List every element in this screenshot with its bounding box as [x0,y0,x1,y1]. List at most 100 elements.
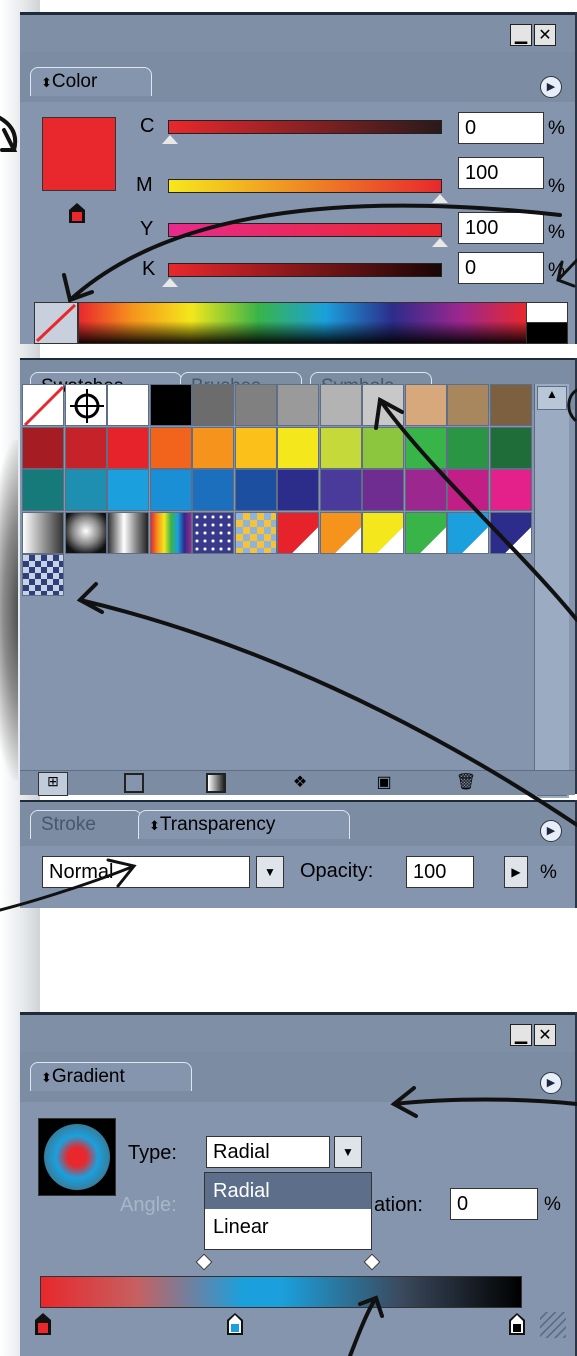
resize-grip-icon[interactable] [540,1312,566,1338]
close-button[interactable]: ✕ [534,24,556,46]
type-dropdown-icon[interactable]: ▼ [334,1136,362,1168]
swatch[interactable] [489,426,532,469]
swatch[interactable] [277,426,319,469]
swatch-pattern-tiles[interactable] [234,511,277,554]
swatch[interactable] [362,426,404,469]
swatch[interactable] [447,426,489,469]
swatch-registration[interactable] [64,384,107,426]
panel-menu-icon[interactable]: ▶ [540,1072,562,1094]
swatch-grad-gray[interactable] [22,511,64,554]
swatch[interactable] [64,426,107,469]
swatch[interactable] [64,469,107,511]
swatch[interactable] [489,384,532,426]
minimize-button[interactable]: ▁ [510,1024,532,1046]
gradient-swatch-icon[interactable] [202,772,230,794]
swatch[interactable] [319,469,362,511]
minimize-button[interactable]: ▁ [510,24,532,46]
close-button[interactable]: ✕ [534,1024,556,1046]
swatch[interactable] [149,384,192,426]
swatch-grad-rainbow[interactable] [149,511,192,554]
option-radial[interactable]: Radial [205,1173,371,1209]
swatch-pattern-stars[interactable] [192,511,234,554]
swatch[interactable] [404,511,447,554]
swatch[interactable] [234,384,277,426]
tab-gradient[interactable]: ⬍Gradient [30,1062,192,1091]
swatch[interactable] [319,426,362,469]
midpoint-diamond[interactable] [363,1253,381,1271]
swatch[interactable] [489,511,532,554]
swatch[interactable] [234,426,277,469]
blend-mode-dropdown-icon[interactable]: ▼ [256,856,284,888]
cyan-slider-thumb[interactable] [162,135,178,144]
swatch[interactable] [447,384,489,426]
show-kind-icon[interactable]: ⊞ [38,772,68,796]
swatch-grad-sphere[interactable] [64,511,107,554]
swatch[interactable] [149,426,192,469]
swatch[interactable] [404,469,447,511]
opacity-slider-toggle[interactable]: ▶ [504,856,528,888]
swatch[interactable] [362,384,404,426]
swatch[interactable] [192,469,234,511]
none-color-box[interactable] [34,302,78,344]
yellow-slider[interactable] [168,223,442,237]
swatch[interactable] [149,469,192,511]
swatch[interactable] [319,384,362,426]
cyan-field[interactable]: 0 [458,112,544,144]
swatch[interactable] [277,384,319,426]
cyan-slider[interactable] [168,120,442,134]
black-slider[interactable] [168,263,442,277]
gradient-slider-bar[interactable] [40,1276,522,1308]
gradient-stop-blue[interactable] [226,1312,244,1336]
swatch[interactable] [404,384,447,426]
fill-color-swatch[interactable] [42,117,116,191]
tab-color[interactable]: ⬍Color [30,67,152,96]
magenta-slider[interactable] [168,179,442,193]
swatch[interactable] [277,511,319,554]
swatch[interactable] [362,511,404,554]
scroll-up-button[interactable]: ▲ [537,386,567,410]
gradient-stop-red[interactable] [34,1312,52,1336]
yellow-field[interactable]: 100 [458,212,544,244]
yellow-slider-thumb[interactable] [432,238,448,247]
white-swatch[interactable] [526,302,568,324]
swatch-pattern-checker[interactable] [22,554,64,596]
pattern-swatch-icon[interactable]: ❖ [286,772,314,794]
swatch-options-icon[interactable] [120,772,148,794]
swatch-grad-cylinder[interactable] [107,511,149,554]
swatch[interactable] [107,469,149,511]
swatch[interactable] [107,384,149,426]
new-swatch-icon[interactable]: ▣ [370,772,398,794]
tab-transparency[interactable]: ⬍Transparency [138,810,350,839]
blend-mode-select[interactable]: Normal [42,856,250,888]
swatch[interactable] [319,511,362,554]
scrollbar[interactable]: ▲ ▼ [534,384,569,798]
out-of-gamut-icon[interactable] [68,202,86,223]
type-select[interactable]: Radial [206,1136,330,1168]
swatch[interactable] [362,469,404,511]
swatch[interactable] [234,469,277,511]
option-linear[interactable]: Linear [205,1209,371,1245]
tab-stroke[interactable]: Stroke [30,810,142,839]
swatch[interactable] [447,469,489,511]
opacity-field[interactable]: 100 [406,856,474,888]
midpoint-diamond[interactable] [195,1253,213,1271]
swatch[interactable] [192,426,234,469]
panel-menu-icon[interactable]: ▶ [540,76,562,98]
color-spectrum-bar[interactable] [78,302,528,344]
black-field[interactable]: 0 [458,252,544,284]
swatch[interactable] [489,469,532,511]
black-slider-thumb[interactable] [162,278,178,287]
gradient-stop-black[interactable] [508,1312,526,1336]
trash-icon[interactable]: 🗑 [452,772,480,794]
swatch-none[interactable] [22,384,65,427]
swatch[interactable] [22,426,64,469]
panel-menu-icon[interactable]: ▶ [540,820,562,842]
magenta-field[interactable]: 100 [458,157,544,189]
swatch[interactable] [447,511,489,554]
swatch[interactable] [192,384,234,426]
swatch[interactable] [404,426,447,469]
black-swatch[interactable] [526,322,568,344]
swatch[interactable] [107,426,149,469]
swatch[interactable] [277,469,319,511]
magenta-slider-thumb[interactable] [432,194,448,203]
